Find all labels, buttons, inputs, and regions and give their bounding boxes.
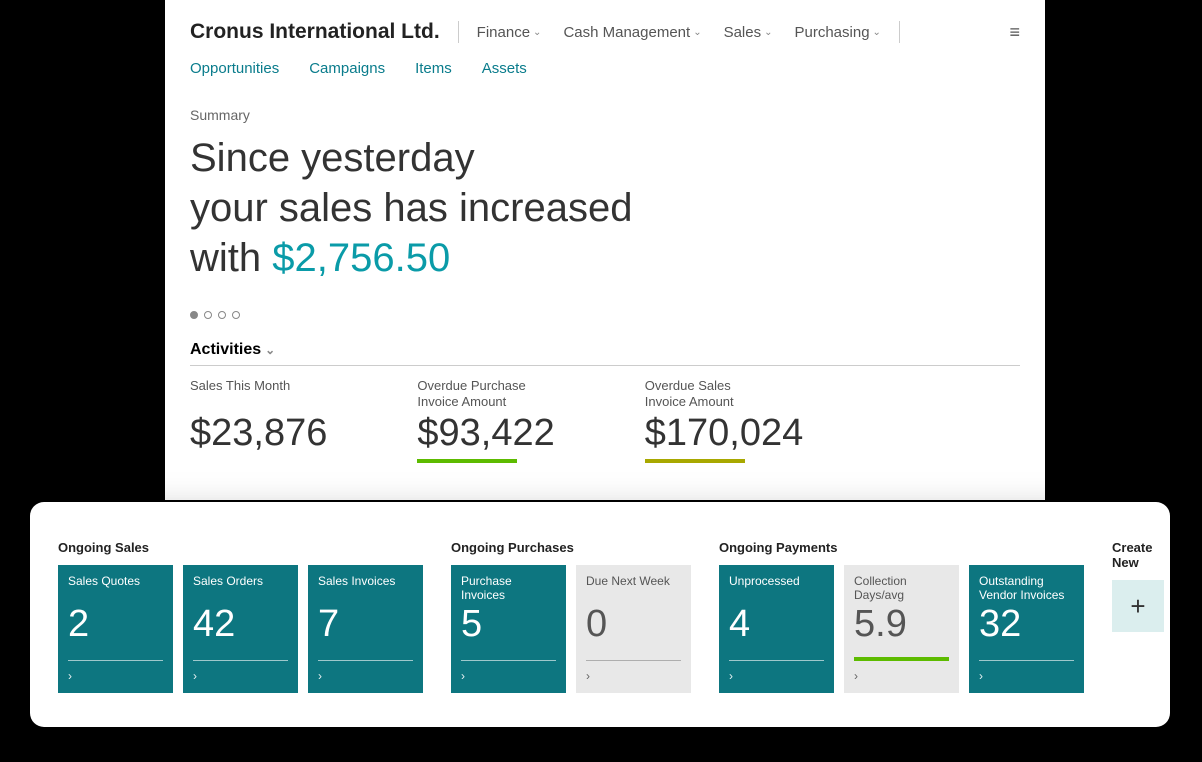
activities-row: Sales This Month $23,876 Overdue Purchas… [190,378,1020,463]
pager-dot[interactable] [218,311,226,319]
headline-amount: $2,756.50 [272,236,450,280]
pager-dots[interactable] [190,311,1020,319]
activity-overdue-purchase[interactable]: Overdue Purchase Invoice Amount $93,422 [417,378,554,463]
headline-line3: with $2,756.50 [190,233,1020,283]
headline-line1: Since yesterday [190,133,1020,183]
chevron-right-icon: › [193,669,197,683]
group-label: Create New [1112,540,1164,570]
subnav-campaigns[interactable]: Campaigns [309,60,385,77]
nav-sales[interactable]: Sales⌄ [724,24,773,41]
tile-outstanding-vendor-invoices[interactable]: Outstanding Vendor Invoices 32 › [969,565,1084,693]
group-ongoing-sales: Ongoing Sales Sales Quotes 2 › Sales Ord… [58,540,423,693]
chevron-right-icon: › [586,669,590,683]
group-ongoing-payments: Ongoing Payments Unprocessed 4 › Collect… [719,540,1084,693]
summary-label: Summary [190,107,1020,123]
company-name: Cronus International Ltd. [190,20,440,44]
tile-due-next-week[interactable]: Due Next Week 0 › [576,565,691,693]
tile-unprocessed[interactable]: Unprocessed 4 › [719,565,834,693]
status-bar [645,459,745,463]
divider [458,21,459,43]
group-ongoing-purchases: Ongoing Purchases Purchase Invoices 5 › … [451,540,691,693]
nav-finance[interactable]: Finance⌄ [477,24,542,41]
tile-purchase-invoices[interactable]: Purchase Invoices 5 › [451,565,566,693]
status-bar [854,657,949,661]
chevron-down-icon: ⌄ [764,27,772,38]
chevron-down-icon: ⌄ [265,343,275,357]
chevron-down-icon: ⌄ [873,27,881,38]
tile-sales-orders[interactable]: Sales Orders 42 › [183,565,298,693]
hamburger-icon[interactable]: ≡ [1009,22,1020,43]
pager-dot[interactable] [204,311,212,319]
chevron-right-icon: › [461,669,465,683]
chevron-right-icon: › [729,669,733,683]
chevron-down-icon: ⌄ [533,27,541,38]
chevron-right-icon: › [979,669,983,683]
tiles-card: Ongoing Sales Sales Quotes 2 › Sales Ord… [30,502,1170,727]
chevron-right-icon: › [68,669,72,683]
divider [899,21,900,43]
chevron-right-icon: › [318,669,322,683]
group-label: Ongoing Purchases [451,540,691,555]
pager-dot[interactable] [190,311,198,319]
nav-purchasing[interactable]: Purchasing⌄ [795,24,881,41]
pager-dot[interactable] [232,311,240,319]
create-new-button[interactable]: + [1112,580,1164,632]
tile-sales-invoices[interactable]: Sales Invoices 7 › [308,565,423,693]
tile-collection-days[interactable]: Collection Days/avg 5.9 › [844,565,959,693]
activity-sales-this-month[interactable]: Sales This Month $23,876 [190,378,327,463]
subnav-assets[interactable]: Assets [482,60,527,77]
group-create-new: Create New + [1112,540,1164,693]
summary-headline: Since yesterday your sales has increased… [190,133,1020,283]
activities-header[interactable]: Activities ⌄ [190,341,1020,366]
chevron-down-icon: ⌄ [693,27,701,38]
group-label: Ongoing Sales [58,540,423,555]
header-row: Cronus International Ltd. Finance⌄ Cash … [190,20,1020,52]
nav-cash-management[interactable]: Cash Management⌄ [563,24,701,41]
tile-sales-quotes[interactable]: Sales Quotes 2 › [58,565,173,693]
subnav-opportunities[interactable]: Opportunities [190,60,279,77]
activity-overdue-sales[interactable]: Overdue Sales Invoice Amount $170,024 [645,378,804,463]
headline-line2: your sales has increased [190,183,1020,233]
chevron-right-icon: › [854,669,858,683]
dashboard-panel: Cronus International Ltd. Finance⌄ Cash … [165,0,1045,500]
status-bar [417,459,517,463]
group-label: Ongoing Payments [719,540,1084,555]
subnav-items[interactable]: Items [415,60,452,77]
secondary-nav: Opportunities Campaigns Items Assets [190,52,1020,97]
primary-nav: Finance⌄ Cash Management⌄ Sales⌄ Purchas… [477,24,881,41]
plus-icon: + [1130,591,1145,622]
